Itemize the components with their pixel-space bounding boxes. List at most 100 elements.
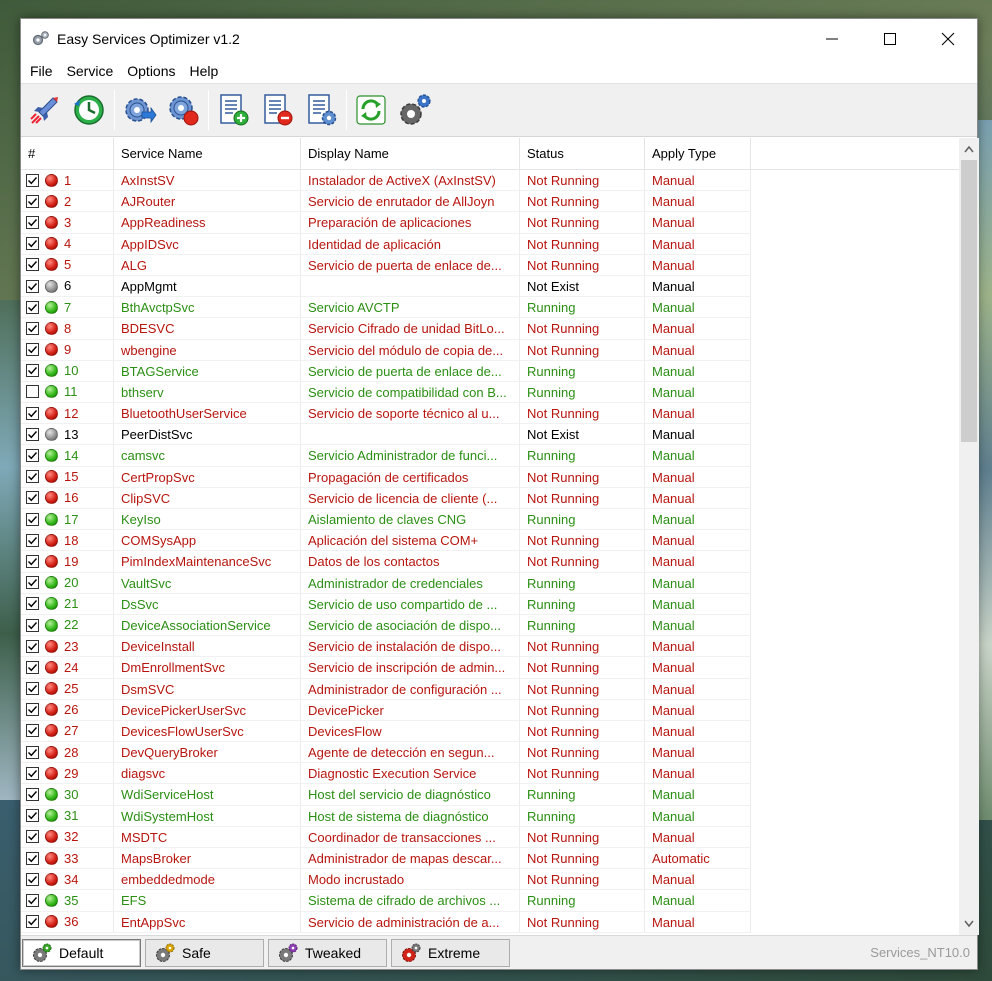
table-row[interactable]: 22 DeviceAssociationService Servicio de as…	[21, 614, 959, 637]
row-checkbox[interactable]	[26, 194, 39, 208]
table-row[interactable]: 13 PeerDistSvc Not Exist Manual	[21, 424, 959, 446]
advanced-settings-button[interactable]	[395, 89, 435, 131]
table-row[interactable]: 24 DmEnrollmentSvc Servicio de inscripción…	[21, 657, 959, 679]
menu-file[interactable]: File	[23, 59, 60, 83]
row-checkbox[interactable]	[26, 215, 39, 229]
table-row[interactable]: 19 PimIndexMaintenanceSvc Datos de los con…	[21, 551, 959, 573]
table-row[interactable]: 20 VaultSvc Administrador de credenciales R…	[21, 572, 959, 594]
table-row[interactable]: 7 BthAvctpSvc Servicio AVCTP Running Manual	[21, 297, 959, 319]
row-checkbox[interactable]	[26, 237, 39, 251]
optimize-button[interactable]	[25, 89, 65, 131]
row-checkbox[interactable]	[26, 491, 39, 505]
scroll-down-button[interactable]	[959, 913, 979, 935]
row-checkbox[interactable]	[26, 830, 39, 844]
column-header-service-name[interactable]: Service Name	[114, 138, 301, 170]
row-checkbox[interactable]	[26, 406, 39, 420]
table-row[interactable]: 3 AppReadiness Preparación de aplicaciones…	[21, 212, 959, 234]
close-button[interactable]	[919, 19, 977, 59]
table-row[interactable]: 25 DsmSVC Administrador de configuración .…	[21, 678, 959, 700]
table-row[interactable]: 36 EntAppSvc Servicio de administración de…	[21, 911, 959, 933]
row-checkbox[interactable]	[26, 809, 39, 823]
table-row[interactable]: 30 WdiServiceHost Host del servicio de dia…	[21, 784, 959, 806]
row-checkbox[interactable]	[26, 724, 39, 738]
row-checkbox[interactable]	[26, 300, 39, 314]
row-checkbox[interactable]	[26, 872, 39, 886]
table-row[interactable]: 4 AppIDSvc Identidad de aplicación Not Runn…	[21, 233, 959, 255]
start-service-button[interactable]	[119, 89, 159, 131]
row-checkbox[interactable]	[26, 597, 39, 611]
table-row[interactable]: 17 KeyIso Aislamiento de claves CNG Running…	[21, 509, 959, 531]
preset-extreme-button[interactable]: Extreme	[391, 938, 510, 967]
add-list-button[interactable]	[213, 89, 253, 131]
table-row[interactable]: 16 ClipSVC Servicio de licencia de cliente…	[21, 487, 959, 509]
row-checkbox[interactable]	[26, 321, 39, 335]
row-checkbox[interactable]	[26, 851, 39, 865]
row-checkbox[interactable]	[26, 364, 39, 378]
row-checkbox[interactable]	[26, 639, 39, 653]
menu-options[interactable]: Options	[120, 59, 182, 83]
table-row[interactable]: 27 DevicesFlowUserSvc DevicesFlow Not Runni…	[21, 720, 959, 743]
table-row[interactable]: 9 wbengine Servicio del módulo de copia de…	[21, 339, 959, 361]
column-header-display-name[interactable]: Display Name	[301, 138, 520, 170]
table-row[interactable]: 12 BluetoothUserService Servicio de soport…	[21, 403, 959, 425]
row-checkbox[interactable]	[26, 703, 39, 717]
row-checkbox[interactable]	[26, 258, 39, 272]
column-header-status[interactable]: Status	[520, 138, 645, 170]
table-row[interactable]: 8 BDESVC Servicio Cifrado de unidad BitLo.…	[21, 318, 959, 340]
restore-button[interactable]	[69, 89, 109, 131]
table-row[interactable]: 6 AppMgmt Not Exist Manual	[21, 275, 959, 298]
row-checkbox[interactable]	[26, 745, 39, 759]
row-checkbox[interactable]	[26, 279, 39, 293]
table-row[interactable]: 1 AxInstSV Instalador de ActiveX (AxInstSV…	[21, 170, 959, 192]
vertical-scrollbar[interactable]	[959, 138, 979, 935]
table-row[interactable]: 35 EFS Sistema de cifrado de archivos ... R…	[21, 890, 959, 912]
row-checkbox[interactable]	[26, 173, 39, 187]
refresh-button[interactable]	[351, 89, 391, 131]
row-checkbox[interactable]	[26, 915, 39, 929]
row-checkbox[interactable]	[26, 893, 39, 907]
menu-service[interactable]: Service	[60, 59, 121, 83]
table-row[interactable]: 29 diagsvc Diagnostic Execution Service Not…	[21, 763, 959, 785]
row-checkbox[interactable]	[26, 660, 39, 674]
table-row[interactable]: 2 AJRouter Servicio de enrutador de AllJoy…	[21, 191, 959, 213]
column-header-apply-type[interactable]: Apply Type	[645, 138, 751, 170]
row-checkbox[interactable]	[26, 470, 39, 484]
table-row[interactable]: 26 DevicePickerUserSvc DevicePicker Not Run…	[21, 699, 959, 721]
table-row[interactable]: 15 CertPropSvc Propagación de certificados…	[21, 466, 959, 488]
row-checkbox[interactable]	[26, 766, 39, 780]
table-row[interactable]: 14 camsvc Servicio Administrador de funci.…	[21, 445, 959, 467]
table-row[interactable]: 21 DsSvc Servicio de uso compartido de ...…	[21, 593, 959, 615]
column-header-number[interactable]: #	[21, 138, 114, 170]
table-row[interactable]: 33 MapsBroker Administrador de mapas desca…	[21, 848, 959, 870]
table-row[interactable]: 18 COMSysApp Aplicación del sistema COM+ No…	[21, 530, 959, 552]
table-row[interactable]: 23 DeviceInstall Servicio de instalación d…	[21, 636, 959, 658]
row-checkbox[interactable]	[26, 343, 39, 357]
table-row[interactable]: 31 WdiSystemHost Host de sistema de diagnó…	[21, 805, 959, 827]
row-checkbox[interactable]	[26, 554, 39, 568]
remove-list-button[interactable]	[257, 89, 297, 131]
table-row[interactable]: 5 ALG Servicio de puerta de enlace de... No…	[21, 254, 959, 276]
table-row[interactable]: 28 DevQueryBroker Agente de detección en s…	[21, 742, 959, 764]
table-row[interactable]: 11 bthserv Servicio de compatibilidad con …	[21, 381, 959, 404]
stop-service-button[interactable]	[163, 89, 203, 131]
maximize-button[interactable]	[861, 19, 919, 59]
scroll-thumb[interactable]	[961, 160, 977, 442]
minimize-button[interactable]	[803, 19, 861, 59]
scroll-up-button[interactable]	[959, 138, 979, 160]
row-checkbox[interactable]	[26, 788, 39, 802]
menu-help[interactable]: Help	[183, 59, 226, 83]
preset-safe-button[interactable]: Safe	[145, 938, 264, 967]
table-row[interactable]: 10 BTAGService Servicio de puerta de enlac…	[21, 360, 959, 382]
row-checkbox[interactable]	[26, 576, 39, 590]
preset-default-button[interactable]: Default	[22, 938, 141, 967]
row-checkbox[interactable]	[26, 449, 39, 463]
row-checkbox[interactable]	[26, 512, 39, 526]
list-settings-button[interactable]	[301, 89, 341, 131]
row-checkbox[interactable]	[26, 618, 39, 632]
table-row[interactable]: 34 embeddedmode Modo incrustado Not Running…	[21, 869, 959, 891]
row-checkbox[interactable]	[26, 682, 39, 696]
row-checkbox[interactable]	[26, 533, 39, 547]
table-row[interactable]: 32 MSDTC Coordinador de transacciones ... N…	[21, 826, 959, 848]
row-checkbox[interactable]	[26, 385, 39, 399]
row-checkbox[interactable]	[26, 427, 39, 441]
